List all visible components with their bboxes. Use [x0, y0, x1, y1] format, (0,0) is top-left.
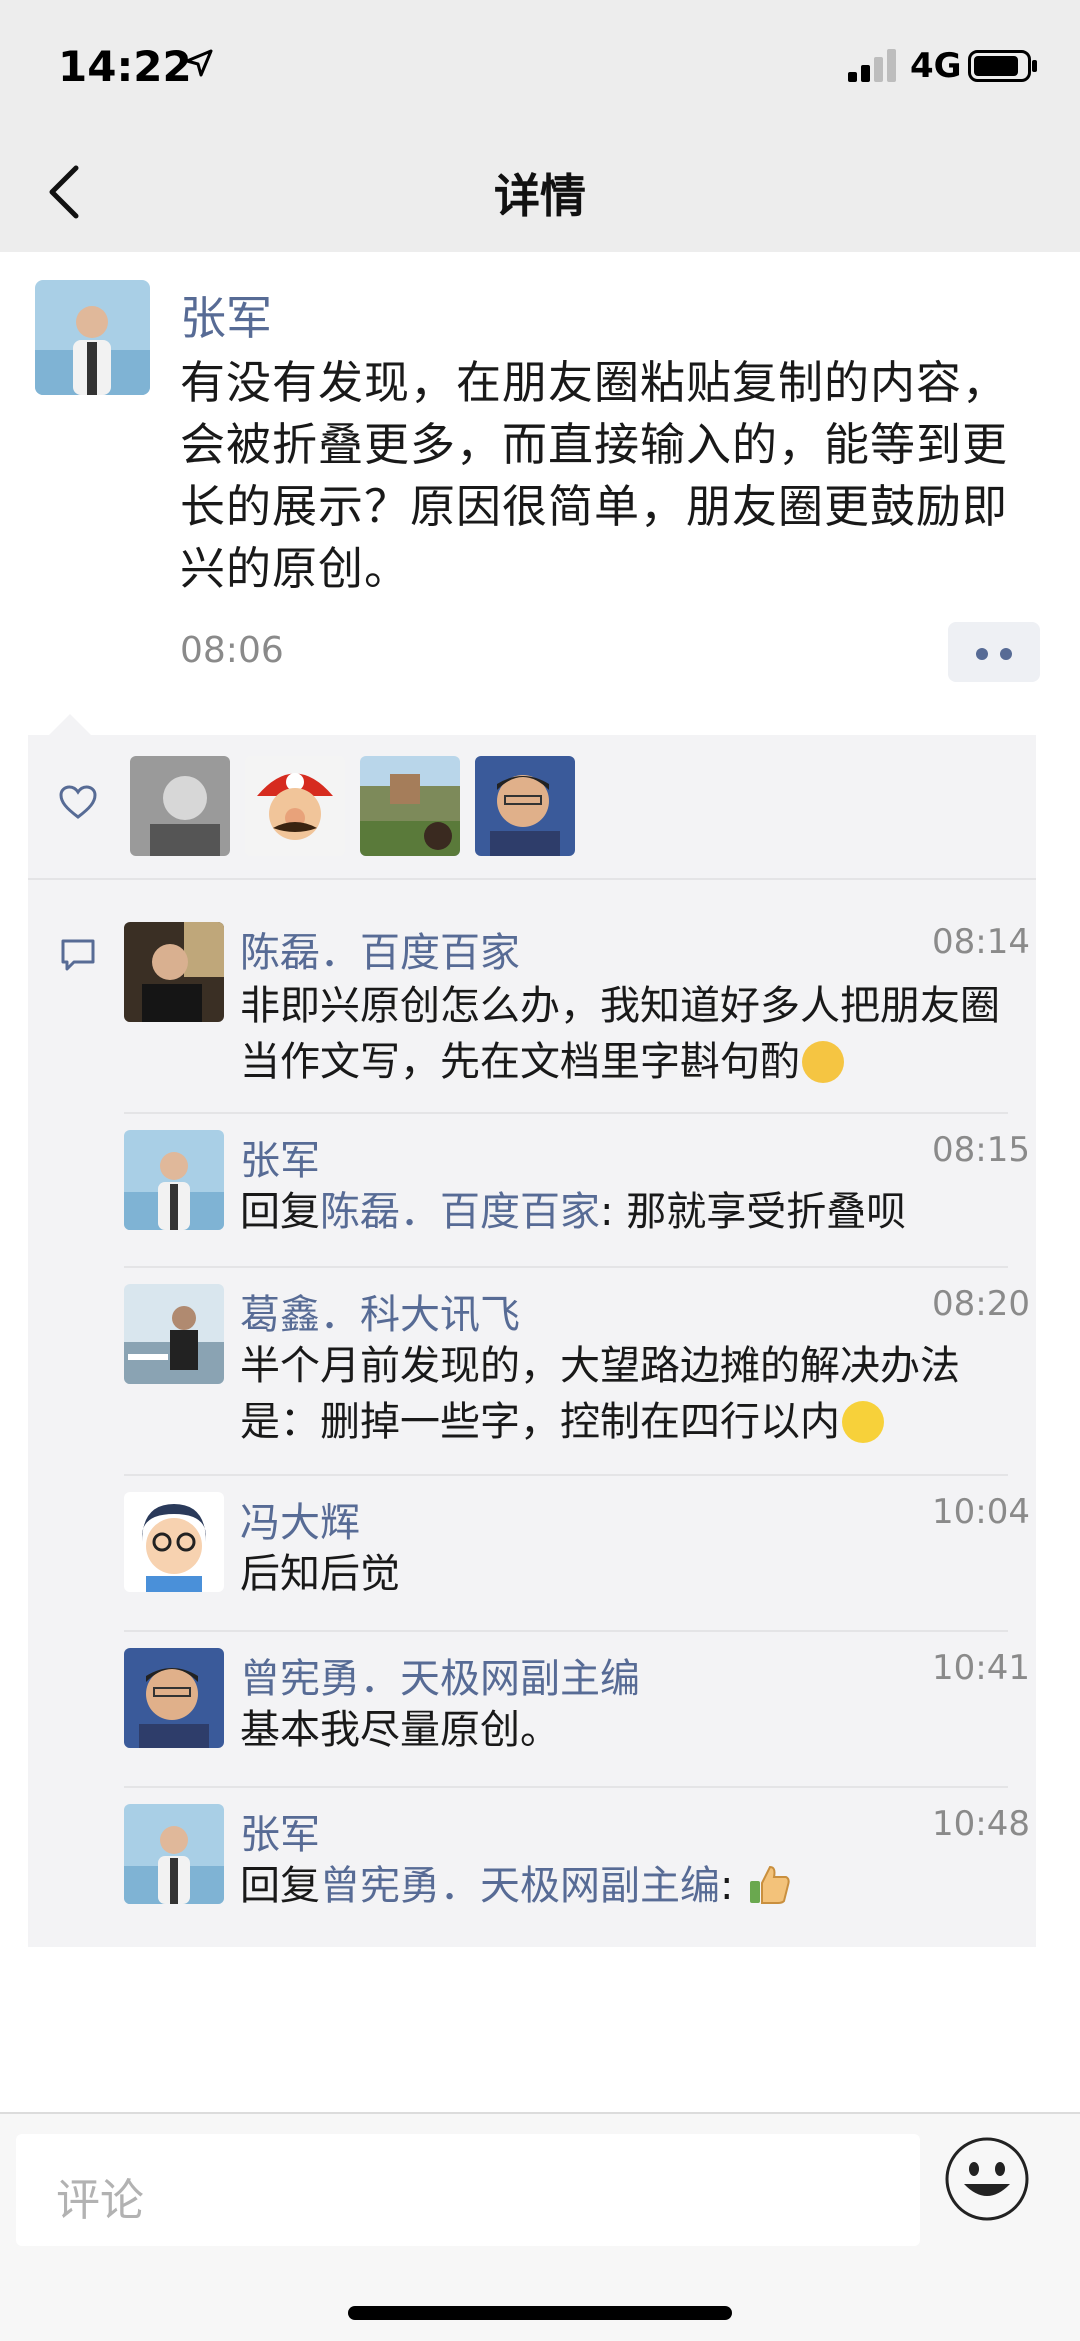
comment-text: 后知后觉 — [240, 1551, 400, 1597]
comment-avatar[interactable] — [124, 1648, 224, 1748]
comment-text: 非即兴原创怎么办，我知道好多人把朋友圈当作文写，先在文档里字斟句酌 — [240, 983, 1000, 1085]
sun-emoji-icon — [842, 1401, 884, 1443]
comment-author[interactable]: 冯大辉 — [240, 1490, 360, 1548]
comment-text: 基本我尽量原创。 — [240, 1707, 560, 1753]
comment-author[interactable]: 张军 — [240, 1128, 320, 1186]
comment-author[interactable]: 曾宪勇．天极网副主编 — [240, 1646, 640, 1704]
comment-text: 回复陈磊．百度百家: 那就享受折叠呗 — [240, 1189, 907, 1235]
comment-time: 10:04 — [932, 1492, 1030, 1532]
post-author-name[interactable]: 张军 — [180, 282, 272, 348]
location-arrow-icon — [185, 49, 213, 77]
nav-bar: 详情 — [0, 132, 1080, 252]
status-bar: 14:22 4G — [0, 0, 1080, 132]
like-avatar[interactable] — [360, 756, 460, 856]
comment-avatar[interactable] — [124, 1284, 224, 1384]
network-type: 4G — [910, 46, 962, 86]
signal-icon — [848, 49, 896, 82]
thumbs-up-icon — [750, 1865, 790, 1904]
comment-divider — [124, 1786, 1008, 1788]
comment-input-bar: 评论 — [0, 2112, 1080, 2341]
comment-avatar[interactable] — [124, 1804, 224, 1904]
comment-divider — [124, 1474, 1008, 1476]
comment-avatar[interactable] — [124, 1130, 224, 1230]
comment-divider — [124, 1630, 1008, 1632]
comment-avatar[interactable] — [124, 922, 224, 1022]
comment-text: 回复曾宪勇．天极网副主编: — [240, 1858, 1010, 1914]
comment-time: 08:14 — [932, 922, 1030, 962]
comment-divider — [124, 1266, 1008, 1268]
panel-pointer — [48, 714, 92, 736]
comment-time: 10:48 — [932, 1804, 1030, 1844]
post-time: 08:06 — [180, 630, 284, 671]
comment-input[interactable]: 评论 — [16, 2134, 920, 2246]
comment-icon — [61, 939, 95, 971]
page-title: 详情 — [494, 169, 586, 223]
more-options-button[interactable] — [948, 622, 1040, 682]
comment-time: 08:15 — [932, 1130, 1030, 1170]
panel-divider — [28, 878, 1036, 880]
like-avatar[interactable] — [130, 756, 230, 856]
comment-time: 10:41 — [932, 1648, 1030, 1688]
comment-time: 08:20 — [932, 1284, 1030, 1324]
like-avatar[interactable] — [475, 756, 575, 856]
reply-target-link[interactable]: 曾宪勇．天极网副主编 — [320, 1863, 720, 1909]
comment-text: 半个月前发现的，大望路边摊的解决办法是：删掉一些字，控制在四行以内 — [240, 1343, 960, 1445]
thinking-emoji-icon — [802, 1041, 844, 1083]
status-time: 14:22 — [58, 42, 192, 91]
battery-icon — [968, 50, 1037, 82]
comment-divider — [124, 1112, 1008, 1114]
comment-author[interactable]: 张军 — [240, 1802, 320, 1860]
comment-avatar[interactable] — [124, 1492, 224, 1592]
like-avatar[interactable] — [245, 756, 345, 856]
comment-input-placeholder: 评论 — [56, 2175, 144, 2226]
comment-author[interactable]: 陈磊．百度百家 — [240, 920, 520, 978]
emoji-button-icon[interactable] — [944, 2136, 1030, 2222]
post-text: 有没有发现，在朋友圈粘贴复制的内容，会被折叠更多，而直接输入的，能等到更长的展示… — [180, 356, 1009, 595]
post-author-avatar[interactable] — [35, 280, 150, 395]
home-indicator — [348, 2306, 732, 2320]
reply-target-link[interactable]: 陈磊．百度百家 — [320, 1189, 600, 1235]
comment-author[interactable]: 葛鑫．科大讯飞 — [240, 1282, 520, 1340]
heart-icon — [59, 785, 97, 819]
